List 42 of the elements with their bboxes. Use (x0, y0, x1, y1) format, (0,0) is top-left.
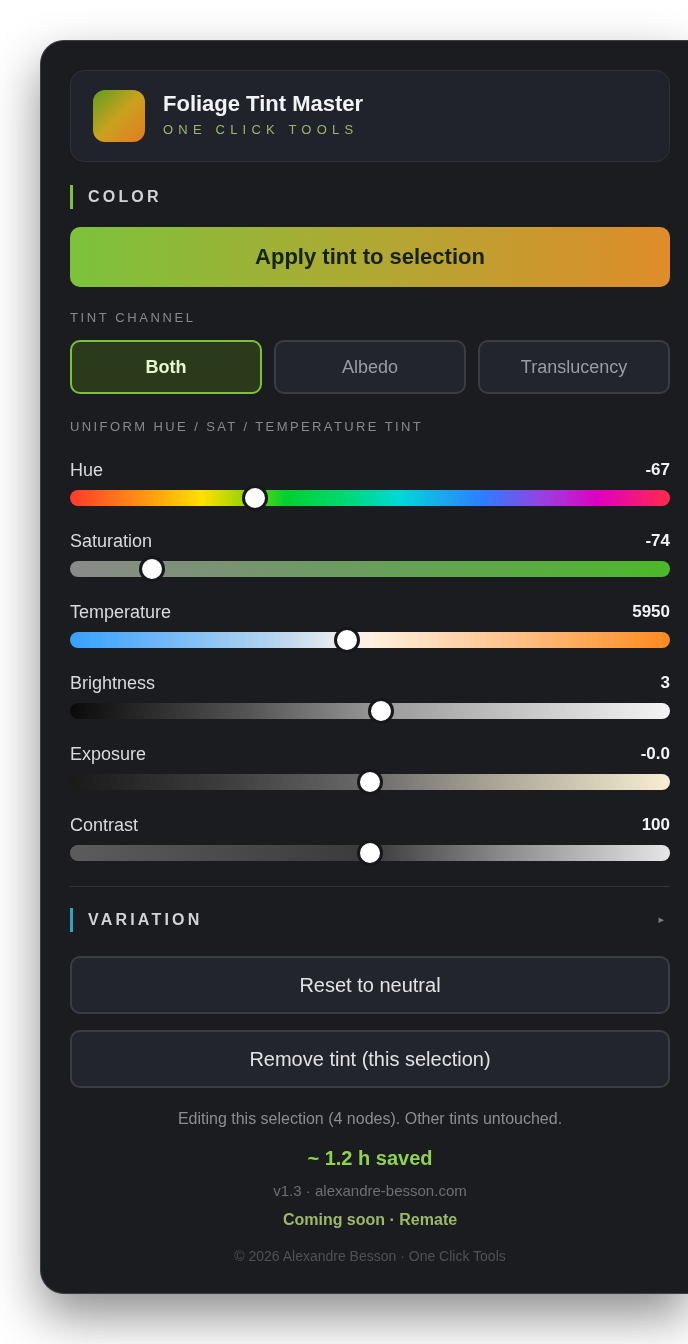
slider-value: -74 (645, 530, 670, 552)
slider-track[interactable] (70, 556, 670, 582)
channel-tab[interactable]: Both (70, 340, 262, 394)
slider-track[interactable] (70, 627, 670, 653)
status-note: Editing this selection (4 nodes). Other tints untouched. (177, 1109, 563, 1129)
slider-value: 3 (660, 672, 670, 694)
app-subtitle: ONE CLICK TOOLS (163, 120, 360, 138)
channel-tab[interactable]: Albedo (274, 340, 466, 394)
slider-value: -67 (645, 459, 670, 481)
slider-track[interactable] (70, 485, 670, 511)
section-heading: VARIATION (70, 908, 203, 932)
slider-value: 100 (641, 814, 670, 836)
slider-thumb[interactable] (334, 627, 361, 653)
slider-thumb[interactable] (138, 556, 165, 582)
slider-label: Temperature (70, 601, 172, 623)
action-button[interactable]: Remove tint (this selection) (70, 1030, 670, 1088)
slider-label: Hue (70, 459, 104, 481)
action-button[interactable]: Reset to neutral (70, 956, 670, 1014)
slider-value: -0.0 (640, 743, 670, 765)
slider-value: 5950 (632, 601, 670, 623)
slider-track[interactable] (70, 769, 670, 795)
channel-tab[interactable]: Translucency (478, 340, 670, 394)
version-text: v1.3 · alexandre-besson.com (273, 1181, 467, 1201)
section-label: UNIFORM HUE / SAT / TEMPERATURE TINT (70, 419, 424, 435)
slider-label: Contrast (70, 814, 139, 836)
slider-thumb[interactable] (242, 485, 269, 511)
slider-track[interactable] (70, 698, 670, 724)
section-label: TINT CHANNEL (70, 310, 196, 326)
slider-track[interactable] (70, 840, 670, 866)
slider-label: Exposure (70, 743, 147, 765)
slider-label: Saturation (70, 530, 153, 552)
expand-toggle[interactable]: ▸ (658, 913, 664, 927)
slider-thumb[interactable] (357, 769, 383, 795)
time-saved-text: ~ 1.2 h saved (307, 1146, 433, 1171)
slider-label: Brightness (70, 672, 156, 694)
slider-thumb[interactable] (368, 698, 395, 724)
apply-tint-button[interactable]: Apply tint to selection (70, 227, 670, 287)
slider-thumb[interactable] (357, 840, 383, 866)
app-title: Foliage Tint Master (163, 90, 364, 117)
section-heading: COLOR (70, 185, 162, 209)
coming-soon-text: Coming soon · Remate (282, 1210, 458, 1230)
gradient-tile-icon (93, 90, 145, 142)
